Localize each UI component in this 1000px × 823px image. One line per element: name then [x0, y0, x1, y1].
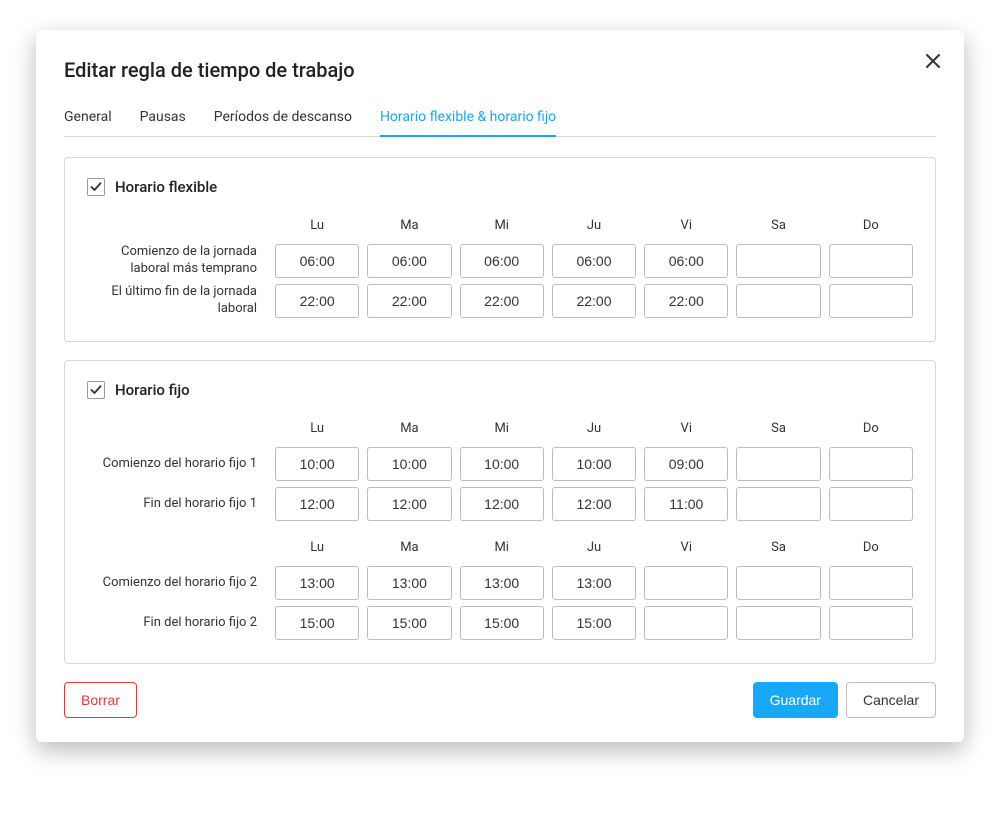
- fixed-start1-sa[interactable]: [736, 447, 820, 481]
- day-header-sa: Sa: [736, 415, 820, 444]
- tab-general[interactable]: General: [64, 101, 112, 137]
- fixed-end1-lu[interactable]: [275, 487, 359, 521]
- flex-start-ma[interactable]: [367, 244, 451, 278]
- delete-button[interactable]: Borrar: [64, 682, 137, 718]
- fixed-start1-mi[interactable]: [460, 447, 544, 481]
- fixed-start2-ju[interactable]: [552, 566, 636, 600]
- day-header-vi: Vi: [644, 212, 728, 241]
- flex-end-ju[interactable]: [552, 284, 636, 318]
- fixed-start1-vi[interactable]: [644, 447, 728, 481]
- close-button[interactable]: [922, 50, 944, 72]
- flexible-panel-title: Horario flexible: [115, 178, 217, 196]
- fixed-start1-ju[interactable]: [552, 447, 636, 481]
- fixed-start2-mi[interactable]: [460, 566, 544, 600]
- fixed-end1-sa[interactable]: [736, 487, 820, 521]
- fixed-end1-do[interactable]: [829, 487, 913, 521]
- save-button[interactable]: Guardar: [753, 682, 838, 718]
- day-header-ju: Ju: [552, 212, 636, 241]
- day-header-do: Do: [829, 212, 913, 241]
- flex-end-ma[interactable]: [367, 284, 451, 318]
- flex-end-sa[interactable]: [736, 284, 820, 318]
- fixed-end2-label: Fin del horario fijo 2: [87, 615, 267, 632]
- fixed-start1-ma[interactable]: [367, 447, 451, 481]
- flex-start-vi[interactable]: [644, 244, 728, 278]
- flex-start-sa[interactable]: [736, 244, 820, 278]
- fixed-end1-mi[interactable]: [460, 487, 544, 521]
- flexible-checkbox[interactable]: [87, 178, 105, 196]
- tab-pauses[interactable]: Pausas: [140, 101, 186, 137]
- fixed-end2-ju[interactable]: [552, 606, 636, 640]
- fixed-end2-vi[interactable]: [644, 606, 728, 640]
- day-header-sa: Sa: [736, 534, 820, 563]
- flex-end-mi[interactable]: [460, 284, 544, 318]
- day-header-vi: Vi: [644, 534, 728, 563]
- flex-start-label: Comienzo de la jornada laboral más tempr…: [87, 244, 267, 278]
- fixed-checkbox[interactable]: [87, 381, 105, 399]
- day-header-ju: Ju: [552, 534, 636, 563]
- fixed-panel-title: Horario fijo: [115, 381, 190, 399]
- day-header-mi: Mi: [460, 534, 544, 563]
- day-header-mi: Mi: [460, 212, 544, 241]
- day-header-ma: Ma: [367, 415, 451, 444]
- day-header-lu: Lu: [275, 534, 359, 563]
- day-header-lu: Lu: [275, 415, 359, 444]
- flex-end-do[interactable]: [829, 284, 913, 318]
- fixed-start2-sa[interactable]: [736, 566, 820, 600]
- fixed-end2-do[interactable]: [829, 606, 913, 640]
- modal-footer: Borrar Guardar Cancelar: [64, 682, 936, 718]
- checkmark-icon: [90, 384, 102, 396]
- close-icon: [925, 53, 941, 69]
- fixed-start2-vi[interactable]: [644, 566, 728, 600]
- day-header-do: Do: [829, 415, 913, 444]
- tab-rest-periods[interactable]: Períodos de descanso: [214, 101, 352, 137]
- fixed-end2-sa[interactable]: [736, 606, 820, 640]
- fixed-start2-do[interactable]: [829, 566, 913, 600]
- fixed-end2-ma[interactable]: [367, 606, 451, 640]
- fixed-end1-label: Fin del horario fijo 1: [87, 496, 267, 513]
- flex-start-lu[interactable]: [275, 244, 359, 278]
- flex-end-vi[interactable]: [644, 284, 728, 318]
- flex-start-mi[interactable]: [460, 244, 544, 278]
- flexible-panel: Horario flexible Lu Ma Mi Ju Vi Sa Do Co…: [64, 157, 936, 342]
- day-header-sa: Sa: [736, 212, 820, 241]
- day-header-ma: Ma: [367, 212, 451, 241]
- fixed-end2-mi[interactable]: [460, 606, 544, 640]
- fixed-start2-lu[interactable]: [275, 566, 359, 600]
- flex-start-ju[interactable]: [552, 244, 636, 278]
- fixed-end1-ma[interactable]: [367, 487, 451, 521]
- day-header-do: Do: [829, 534, 913, 563]
- flex-end-label: El último fin de la jornada laboral: [87, 284, 267, 318]
- cancel-button[interactable]: Cancelar: [846, 682, 936, 718]
- modal-title: Editar regla de tiempo de trabajo: [64, 58, 936, 82]
- edit-work-rule-modal: Editar regla de tiempo de trabajo Genera…: [36, 30, 964, 742]
- fixed-start2-label: Comienzo del horario fijo 2: [87, 575, 267, 592]
- day-header-vi: Vi: [644, 415, 728, 444]
- day-header-ju: Ju: [552, 415, 636, 444]
- fixed-end2-lu[interactable]: [275, 606, 359, 640]
- day-header-ma: Ma: [367, 534, 451, 563]
- fixed-end1-ju[interactable]: [552, 487, 636, 521]
- fixed-panel: Horario fijo Lu Ma Mi Ju Vi Sa Do Comien…: [64, 360, 936, 664]
- checkmark-icon: [90, 181, 102, 193]
- tabs: General Pausas Períodos de descanso Hora…: [64, 100, 936, 137]
- day-header-lu: Lu: [275, 212, 359, 241]
- fixed-start1-label: Comienzo del horario fijo 1: [87, 456, 267, 473]
- day-header-mi: Mi: [460, 415, 544, 444]
- fixed-start2-ma[interactable]: [367, 566, 451, 600]
- fixed-start1-lu[interactable]: [275, 447, 359, 481]
- flex-end-lu[interactable]: [275, 284, 359, 318]
- fixed-start1-do[interactable]: [829, 447, 913, 481]
- flex-start-do[interactable]: [829, 244, 913, 278]
- tab-flex-fixed[interactable]: Horario flexible & horario fijo: [380, 101, 556, 137]
- fixed-end1-vi[interactable]: [644, 487, 728, 521]
